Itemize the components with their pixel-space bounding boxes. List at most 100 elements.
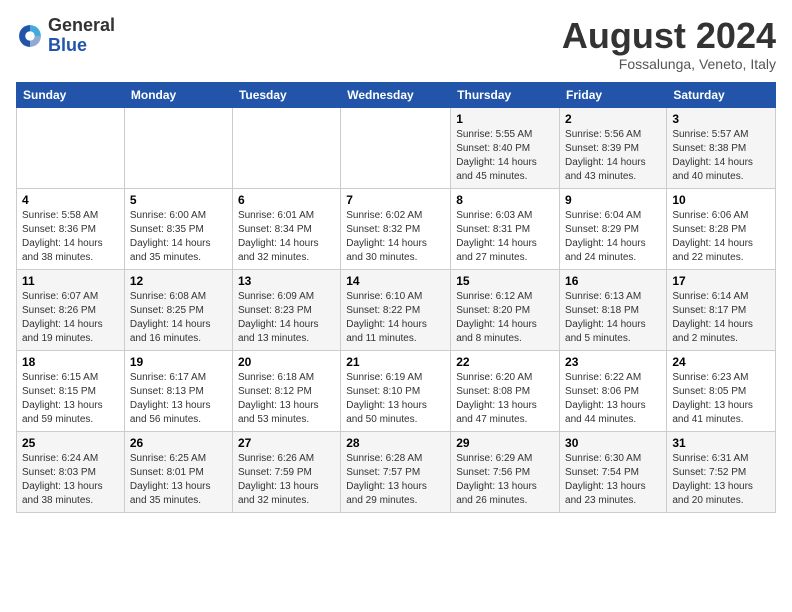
- calendar-week-row: 25Sunrise: 6:24 AM Sunset: 8:03 PM Dayli…: [17, 431, 776, 512]
- calendar-cell: 7Sunrise: 6:02 AM Sunset: 8:32 PM Daylig…: [341, 188, 451, 269]
- day-number: 24: [672, 355, 770, 369]
- day-detail: Sunrise: 6:13 AM Sunset: 8:18 PM Dayligh…: [565, 290, 661, 346]
- calendar-cell: 21 Sunrise: 6:19 AM Sunset: 8:10 PM Dayli…: [341, 350, 451, 431]
- calendar-cell: 27 Sunrise: 6:26 AM Sunset: 7:59 PM Dayli…: [232, 431, 340, 512]
- day-number: 27: [238, 436, 335, 450]
- calendar-cell: 29 Sunrise: 6:29 AM Sunset: 7:56 PM Dayli…: [451, 431, 560, 512]
- calendar-cell: 20Sunrise: 6:18 AM Sunset: 8:12 PM Dayli…: [232, 350, 340, 431]
- day-detail: Sunrise: 5:56 AM Sunset: 8:39 PM Dayligh…: [565, 128, 661, 184]
- day-number: 23: [565, 355, 661, 369]
- day-detail: Sunrise: 6:06 AM Sunset: 8:28 PM Dayligh…: [672, 209, 770, 265]
- day-detail: Sunrise: 5:57 AM Sunset: 8:38 PM Dayligh…: [672, 128, 770, 184]
- weekday-header-tuesday: Tuesday: [232, 82, 340, 107]
- day-number: 9: [565, 193, 661, 207]
- calendar-cell: 5 Sunrise: 6:00 AM Sunset: 8:35 PM Daylig…: [124, 188, 232, 269]
- calendar-cell: 14 Sunrise: 6:10 AM Sunset: 8:22 PM Dayli…: [341, 269, 451, 350]
- calendar-cell: 30 Sunrise: 6:30 AM Sunset: 7:54 PM Dayli…: [560, 431, 667, 512]
- day-number: 6: [238, 193, 335, 207]
- day-detail: Sunrise: 6:02 AM Sunset: 8:32 PM Dayligh…: [346, 209, 445, 265]
- day-detail: Sunrise: 5:58 AM Sunset: 8:36 PM Dayligh…: [22, 209, 119, 265]
- title-block: August 2024 Fossalunga, Veneto, Italy: [562, 16, 776, 72]
- day-detail: Sunrise: 6:24 AM Sunset: 8:03 PM Dayligh…: [22, 452, 119, 508]
- day-number: 31: [672, 436, 770, 450]
- calendar-cell: 6 Sunrise: 6:01 AM Sunset: 8:34 PM Daylig…: [232, 188, 340, 269]
- day-number: 19: [130, 355, 227, 369]
- logo-text: General Blue: [48, 16, 115, 56]
- calendar-cell: 18 Sunrise: 6:15 AM Sunset: 8:15 PM Dayli…: [17, 350, 125, 431]
- calendar-cell: 3Sunrise: 5:57 AM Sunset: 8:38 PM Daylig…: [667, 107, 776, 188]
- day-detail: Sunrise: 6:00 AM Sunset: 8:35 PM Dayligh…: [130, 209, 227, 265]
- calendar-cell: 26 Sunrise: 6:25 AM Sunset: 8:01 PM Dayli…: [124, 431, 232, 512]
- day-detail: Sunrise: 6:28 AM Sunset: 7:57 PM Dayligh…: [346, 452, 445, 508]
- calendar-cell: 1 Sunrise: 5:55 AM Sunset: 8:40 PM Daylig…: [451, 107, 560, 188]
- day-detail: Sunrise: 6:18 AM Sunset: 8:12 PM Dayligh…: [238, 371, 335, 427]
- calendar-cell: 2 Sunrise: 5:56 AM Sunset: 8:39 PM Daylig…: [560, 107, 667, 188]
- day-number: 29: [456, 436, 554, 450]
- calendar-cell: [232, 107, 340, 188]
- calendar-cell: [341, 107, 451, 188]
- calendar-cell: 12Sunrise: 6:08 AM Sunset: 8:25 PM Dayli…: [124, 269, 232, 350]
- calendar-cell: 13Sunrise: 6:09 AM Sunset: 8:23 PM Dayli…: [232, 269, 340, 350]
- day-detail: Sunrise: 6:03 AM Sunset: 8:31 PM Dayligh…: [456, 209, 554, 265]
- calendar-table: SundayMondayTuesdayWednesdayThursdayFrid…: [16, 82, 776, 513]
- weekday-header-monday: Monday: [124, 82, 232, 107]
- day-detail: Sunrise: 6:20 AM Sunset: 8:08 PM Dayligh…: [456, 371, 554, 427]
- calendar-cell: [124, 107, 232, 188]
- calendar-cell: 8Sunrise: 6:03 AM Sunset: 8:31 PM Daylig…: [451, 188, 560, 269]
- calendar-cell: 9 Sunrise: 6:04 AM Sunset: 8:29 PM Daylig…: [560, 188, 667, 269]
- day-detail: Sunrise: 6:01 AM Sunset: 8:34 PM Dayligh…: [238, 209, 335, 265]
- day-detail: Sunrise: 6:26 AM Sunset: 7:59 PM Dayligh…: [238, 452, 335, 508]
- day-detail: Sunrise: 6:14 AM Sunset: 8:17 PM Dayligh…: [672, 290, 770, 346]
- day-number: 28: [346, 436, 445, 450]
- calendar-cell: 4 Sunrise: 5:58 AM Sunset: 8:36 PM Daylig…: [17, 188, 125, 269]
- logo-icon: [16, 22, 44, 50]
- weekday-header-thursday: Thursday: [451, 82, 560, 107]
- day-detail: Sunrise: 6:29 AM Sunset: 7:56 PM Dayligh…: [456, 452, 554, 508]
- day-detail: Sunrise: 6:30 AM Sunset: 7:54 PM Dayligh…: [565, 452, 661, 508]
- day-detail: Sunrise: 6:25 AM Sunset: 8:01 PM Dayligh…: [130, 452, 227, 508]
- calendar-cell: 23Sunrise: 6:22 AM Sunset: 8:06 PM Dayli…: [560, 350, 667, 431]
- day-number: 16: [565, 274, 661, 288]
- day-number: 13: [238, 274, 335, 288]
- day-detail: Sunrise: 5:55 AM Sunset: 8:40 PM Dayligh…: [456, 128, 554, 184]
- weekday-header-friday: Friday: [560, 82, 667, 107]
- day-detail: Sunrise: 6:12 AM Sunset: 8:20 PM Dayligh…: [456, 290, 554, 346]
- month-title: August 2024: [562, 16, 776, 56]
- day-number: 30: [565, 436, 661, 450]
- day-number: 21: [346, 355, 445, 369]
- day-number: 14: [346, 274, 445, 288]
- calendar-cell: [17, 107, 125, 188]
- day-detail: Sunrise: 6:31 AM Sunset: 7:52 PM Dayligh…: [672, 452, 770, 508]
- day-number: 18: [22, 355, 119, 369]
- calendar-header: SundayMondayTuesdayWednesdayThursdayFrid…: [17, 82, 776, 107]
- day-number: 4: [22, 193, 119, 207]
- location-subtitle: Fossalunga, Veneto, Italy: [562, 56, 776, 72]
- day-number: 22: [456, 355, 554, 369]
- calendar-body: 1 Sunrise: 5:55 AM Sunset: 8:40 PM Daylig…: [17, 107, 776, 512]
- day-number: 5: [130, 193, 227, 207]
- day-number: 17: [672, 274, 770, 288]
- calendar-cell: 25Sunrise: 6:24 AM Sunset: 8:03 PM Dayli…: [17, 431, 125, 512]
- day-detail: Sunrise: 6:15 AM Sunset: 8:15 PM Dayligh…: [22, 371, 119, 427]
- calendar-week-row: 18 Sunrise: 6:15 AM Sunset: 8:15 PM Dayli…: [17, 350, 776, 431]
- calendar-cell: 17 Sunrise: 6:14 AM Sunset: 8:17 PM Dayli…: [667, 269, 776, 350]
- day-number: 11: [22, 274, 119, 288]
- calendar-cell: 19 Sunrise: 6:17 AM Sunset: 8:13 PM Dayli…: [124, 350, 232, 431]
- day-detail: Sunrise: 6:04 AM Sunset: 8:29 PM Dayligh…: [565, 209, 661, 265]
- calendar-week-row: 1 Sunrise: 5:55 AM Sunset: 8:40 PM Daylig…: [17, 107, 776, 188]
- day-number: 15: [456, 274, 554, 288]
- calendar-cell: 16 Sunrise: 6:13 AM Sunset: 8:18 PM Dayli…: [560, 269, 667, 350]
- page-header: General Blue August 2024 Fossalunga, Ven…: [16, 16, 776, 72]
- day-number: 26: [130, 436, 227, 450]
- day-detail: Sunrise: 6:10 AM Sunset: 8:22 PM Dayligh…: [346, 290, 445, 346]
- day-number: 10: [672, 193, 770, 207]
- day-detail: Sunrise: 6:19 AM Sunset: 8:10 PM Dayligh…: [346, 371, 445, 427]
- calendar-week-row: 11 Sunrise: 6:07 AM Sunset: 8:26 PM Dayli…: [17, 269, 776, 350]
- logo: General Blue: [16, 16, 115, 56]
- day-number: 1: [456, 112, 554, 126]
- calendar-cell: 28 Sunrise: 6:28 AM Sunset: 7:57 PM Dayli…: [341, 431, 451, 512]
- day-number: 2: [565, 112, 661, 126]
- weekday-header-sunday: Sunday: [17, 82, 125, 107]
- day-detail: Sunrise: 6:07 AM Sunset: 8:26 PM Dayligh…: [22, 290, 119, 346]
- day-detail: Sunrise: 6:17 AM Sunset: 8:13 PM Dayligh…: [130, 371, 227, 427]
